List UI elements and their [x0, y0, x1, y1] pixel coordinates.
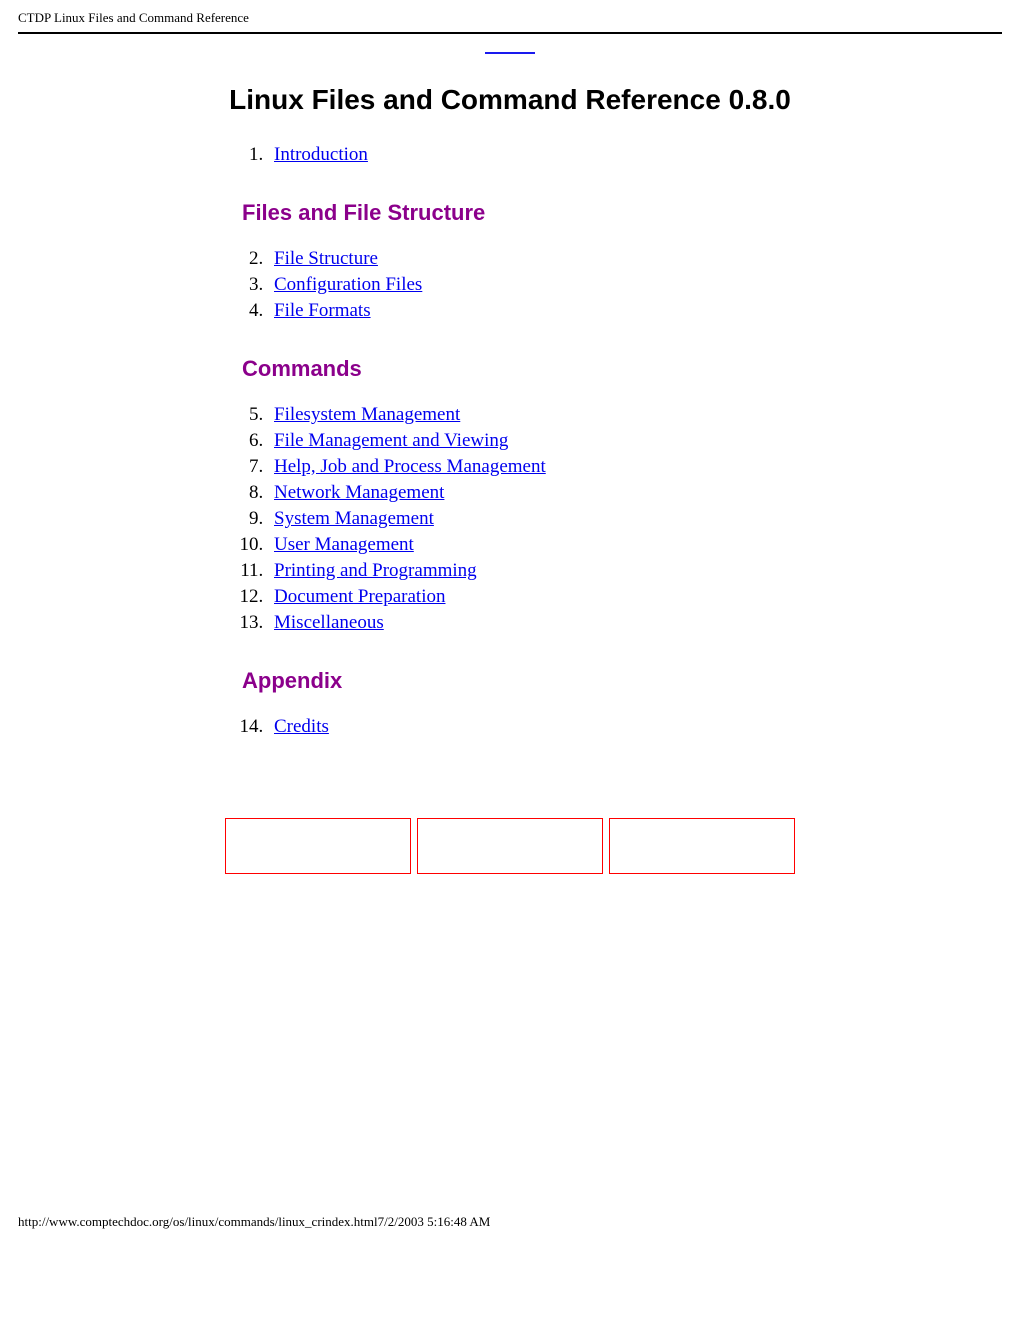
divider — [18, 32, 1002, 34]
nav-box[interactable] — [609, 818, 795, 874]
list-item: Configuration Files — [268, 274, 840, 296]
link-misc[interactable]: Miscellaneous — [274, 612, 384, 633]
list-item: Help, Job and Process Management — [268, 456, 840, 478]
nav-box[interactable] — [225, 818, 411, 874]
link-file-mgmt-view[interactable]: File Management and Viewing — [274, 430, 508, 451]
list-item: Document Preparation — [268, 586, 840, 608]
main-content: Linux Files and Command Reference 0.8.0 … — [180, 84, 840, 874]
list-item: Miscellaneous — [268, 612, 840, 634]
list-item: File Structure — [268, 248, 840, 270]
link-introduction[interactable]: Introduction — [274, 144, 368, 165]
nav-boxes — [225, 818, 795, 874]
toc-commands-list: Filesystem Management File Management an… — [220, 404, 840, 634]
header-title: CTDP Linux Files and Command Reference — [18, 10, 249, 25]
link-system-mgmt[interactable]: System Management — [274, 508, 434, 529]
list-item: Credits — [268, 716, 840, 738]
section-heading-files: Files and File Structure — [242, 200, 840, 226]
page-footer: http://www.comptechdoc.org/os/linux/comm… — [18, 1214, 490, 1230]
page-title: Linux Files and Command Reference 0.8.0 — [180, 84, 840, 116]
list-item: File Management and Viewing — [268, 430, 840, 452]
toc-files-list: File Structure Configuration Files File … — [220, 248, 840, 322]
link-filesystem-mgmt[interactable]: Filesystem Management — [274, 404, 460, 425]
list-item: File Formats — [268, 300, 840, 322]
list-item: Filesystem Management — [268, 404, 840, 426]
link-credits[interactable]: Credits — [274, 716, 329, 737]
page-header: CTDP Linux Files and Command Reference — [0, 0, 1020, 32]
link-doc-prep[interactable]: Document Preparation — [274, 586, 445, 607]
link-file-structure[interactable]: File Structure — [274, 248, 378, 269]
toc-appendix-list: Credits — [220, 716, 840, 738]
link-file-formats[interactable]: File Formats — [274, 300, 371, 321]
nav-box[interactable] — [417, 818, 603, 874]
link-config-files[interactable]: Configuration Files — [274, 274, 422, 295]
table-of-contents: Introduction — [220, 144, 840, 166]
link-help-job-proc[interactable]: Help, Job and Process Management — [274, 456, 546, 477]
list-item: Network Management — [268, 482, 840, 504]
link-user-mgmt[interactable]: User Management — [274, 534, 414, 555]
section-heading-appendix: Appendix — [242, 668, 840, 694]
list-item: Introduction — [268, 144, 840, 166]
list-item: System Management — [268, 508, 840, 530]
top-underline — [485, 52, 535, 54]
link-printing-prog[interactable]: Printing and Programming — [274, 560, 477, 581]
link-network-mgmt[interactable]: Network Management — [274, 482, 444, 503]
list-item: Printing and Programming — [268, 560, 840, 582]
list-item: User Management — [268, 534, 840, 556]
section-heading-commands: Commands — [242, 356, 840, 382]
footer-text: http://www.comptechdoc.org/os/linux/comm… — [18, 1214, 490, 1229]
